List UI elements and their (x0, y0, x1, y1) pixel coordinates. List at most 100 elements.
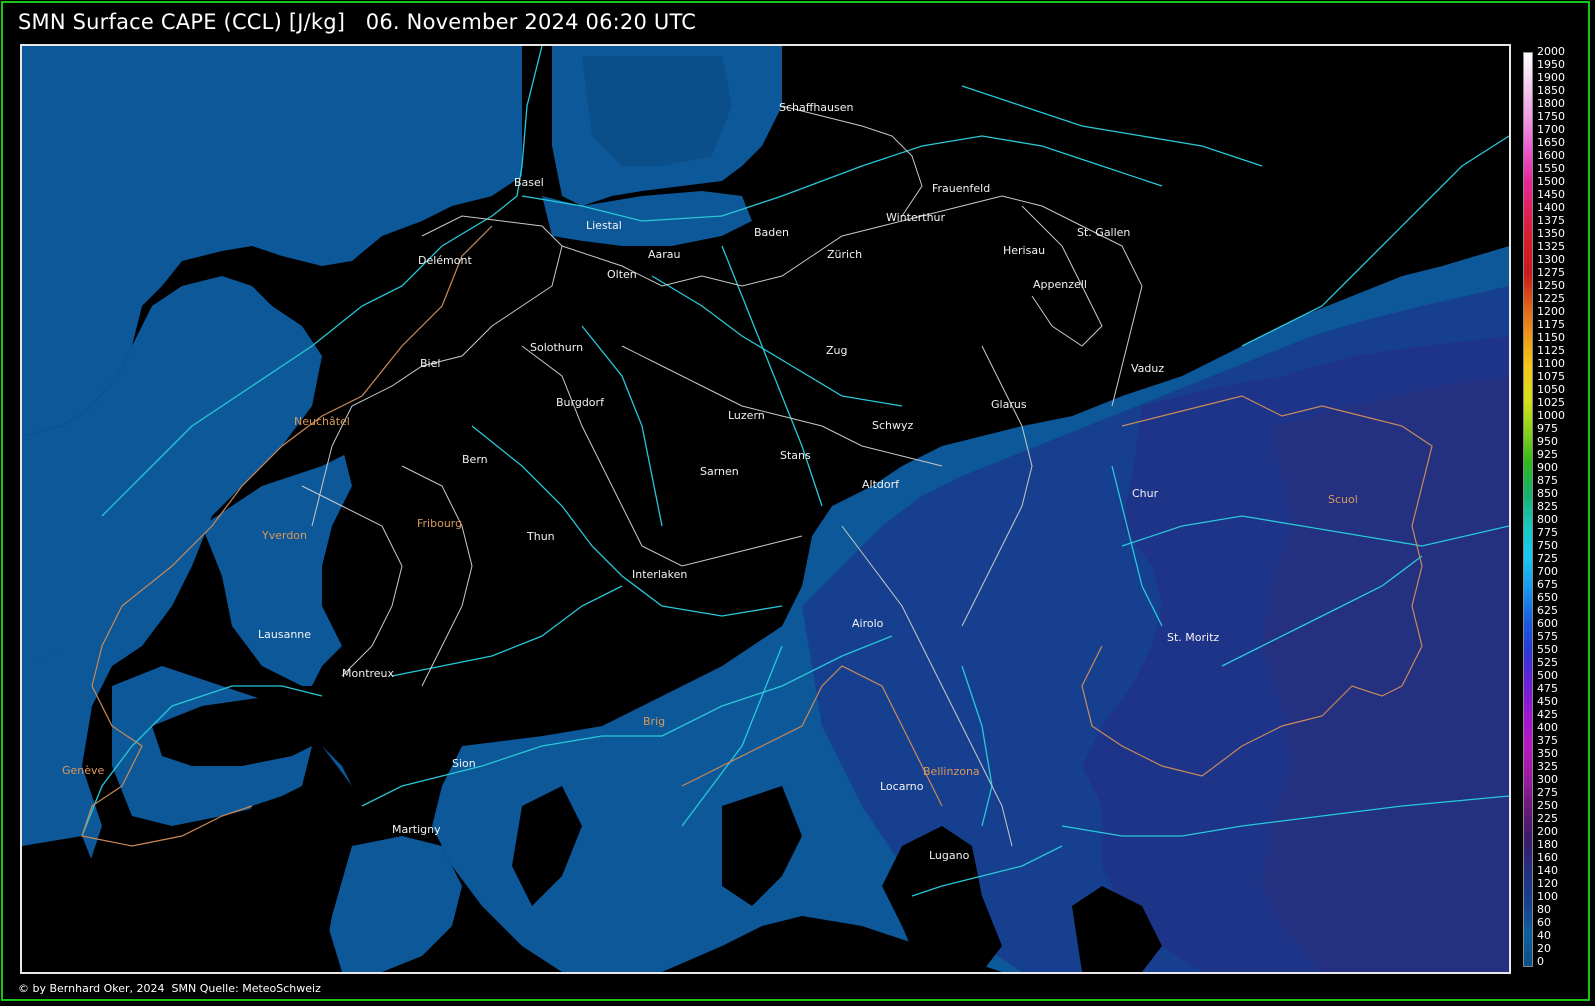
city-label: Bern (462, 453, 488, 466)
city-label: Schaffhausen (779, 101, 854, 114)
legend-tick-label: 2000 (1537, 45, 1565, 58)
city-label: Stans (780, 449, 811, 462)
legend-tick-label: 0 (1537, 955, 1544, 969)
legend-tick-label: 1950 (1537, 58, 1565, 71)
legend-tick-label: 1000 (1537, 409, 1565, 423)
legend-tick-label: 775 (1537, 526, 1558, 540)
city-label: Montreux (342, 667, 395, 680)
legend-tick-label: 1175 (1537, 318, 1565, 332)
legend-tick-label: 700 (1537, 565, 1558, 579)
legend-tick-label: 1600 (1537, 149, 1565, 163)
legend-tick-label: 350 (1537, 747, 1558, 761)
city-label: Fribourg (417, 517, 463, 530)
city-label: Neuchâtel (294, 415, 350, 428)
city-label: Vaduz (1131, 362, 1165, 375)
legend-tick-label: 1050 (1537, 383, 1565, 397)
legend-tick-label: 20 (1537, 942, 1551, 956)
legend-tick-label: 500 (1537, 669, 1558, 683)
legend-tick-label: 900 (1537, 461, 1558, 475)
city-label: Liestal (586, 219, 622, 232)
city-label: Winterthur (886, 211, 946, 224)
city-label: St. Gallen (1077, 226, 1131, 239)
legend-tick-label: 1025 (1537, 396, 1565, 410)
copyright-footer: © by Bernhard Oker, 2024 SMN Quelle: Met… (18, 982, 321, 995)
legend-tick-label: 675 (1537, 578, 1558, 592)
legend-tick-label: 250 (1537, 799, 1558, 813)
city-label: Aarau (648, 248, 681, 261)
city-label: Burgdorf (556, 396, 604, 409)
legend-tick-label: 550 (1537, 643, 1558, 657)
legend-tick-label: 80 (1537, 903, 1551, 917)
legend-tick-label: 1500 (1537, 175, 1565, 189)
legend-tick-label: 325 (1537, 760, 1558, 774)
legend-tick-label: 875 (1537, 474, 1558, 488)
city-label: Brig (643, 715, 666, 728)
legend-tick-label: 450 (1537, 695, 1558, 709)
city-label: Interlaken (632, 568, 688, 581)
legend-tick-label: 60 (1537, 916, 1551, 930)
city-label: Lausanne (258, 628, 312, 641)
city-label: Zürich (827, 248, 863, 261)
city-label: Appenzell (1033, 278, 1087, 291)
legend-tick-label: 525 (1537, 656, 1558, 670)
city-label: Baden (754, 226, 790, 239)
legend-tick-label: 1275 (1537, 266, 1565, 280)
legend-tick-label: 375 (1537, 734, 1558, 748)
city-label: Luzern (728, 409, 765, 422)
legend-tick-label: 120 (1537, 877, 1558, 891)
legend-tick-label: 1350 (1537, 227, 1565, 241)
city-label: Sion (452, 757, 476, 770)
legend-tick-label: 1450 (1537, 188, 1565, 202)
legend-tick-label: 140 (1537, 864, 1558, 878)
city-label: Yverdon (262, 529, 308, 542)
legend-tick-label: 1075 (1537, 370, 1565, 384)
legend-tick-label: 800 (1537, 513, 1558, 527)
legend-tick-label: 950 (1537, 435, 1558, 449)
cape-map: Schaffhausen Frauenfeld Basel Liestal Ba… (20, 44, 1511, 974)
legend-tick-label: 1700 (1537, 123, 1565, 137)
city-label: Genève (62, 764, 105, 777)
legend-tick-label: 1750 (1537, 110, 1565, 124)
color-scale-bar (1523, 52, 1533, 967)
legend-tick-label: 1900 (1537, 71, 1565, 84)
city-label: Basel (514, 176, 544, 189)
legend-tick-label: 475 (1537, 682, 1558, 696)
city-label: Sarnen (700, 465, 739, 478)
legend-tick-label: 1200 (1537, 305, 1565, 319)
legend-tick-label: 1550 (1537, 162, 1565, 176)
legend-tick-label: 180 (1537, 838, 1558, 852)
legend-tick-label: 200 (1537, 825, 1558, 839)
legend-tick-label: 825 (1537, 500, 1558, 514)
legend-tick-label: 1300 (1537, 253, 1565, 267)
legend-tick-label: 1400 (1537, 201, 1565, 215)
legend-tick-label: 1800 (1537, 97, 1565, 111)
city-label: Bellinzona (923, 765, 980, 778)
legend-tick-label: 1375 (1537, 214, 1565, 228)
legend-tick-label: 225 (1537, 812, 1558, 826)
legend-tick-label: 850 (1537, 487, 1558, 501)
city-label: Martigny (392, 823, 441, 836)
city-label: Lugano (929, 849, 970, 862)
legend-tick-label: 1225 (1537, 292, 1565, 306)
legend-tick-label: 1100 (1537, 357, 1565, 371)
city-label: Glarus (991, 398, 1027, 411)
city-label: Solothurn (530, 341, 584, 354)
legend-tick-label: 100 (1537, 890, 1558, 904)
city-label: Herisau (1003, 244, 1046, 257)
legend-tick-label: 1125 (1537, 344, 1565, 358)
legend-tick-label: 725 (1537, 552, 1558, 566)
city-label: St. Moritz (1167, 631, 1220, 644)
legend-tick-label: 1150 (1537, 331, 1565, 345)
city-label: Thun (527, 530, 555, 543)
cape-field-layer (22, 46, 1509, 972)
chart-title: SMN Surface CAPE (CCL) [J/kg] 06. Novemb… (18, 10, 697, 34)
city-label: Schwyz (872, 419, 914, 432)
legend-tick-label: 1850 (1537, 84, 1565, 98)
color-scale-legend: 2000 1950 1900 1850 1800 1750 1700 1650 1600 1550… (1519, 44, 1589, 979)
city-label: Locarno (880, 780, 924, 793)
legend-tick-label: 300 (1537, 773, 1558, 787)
city-label: Frauenfeld (932, 182, 991, 195)
legend-tick-label: 160 (1537, 851, 1558, 865)
legend-tick-label: 925 (1537, 448, 1558, 462)
legend-tick-label: 575 (1537, 630, 1558, 644)
